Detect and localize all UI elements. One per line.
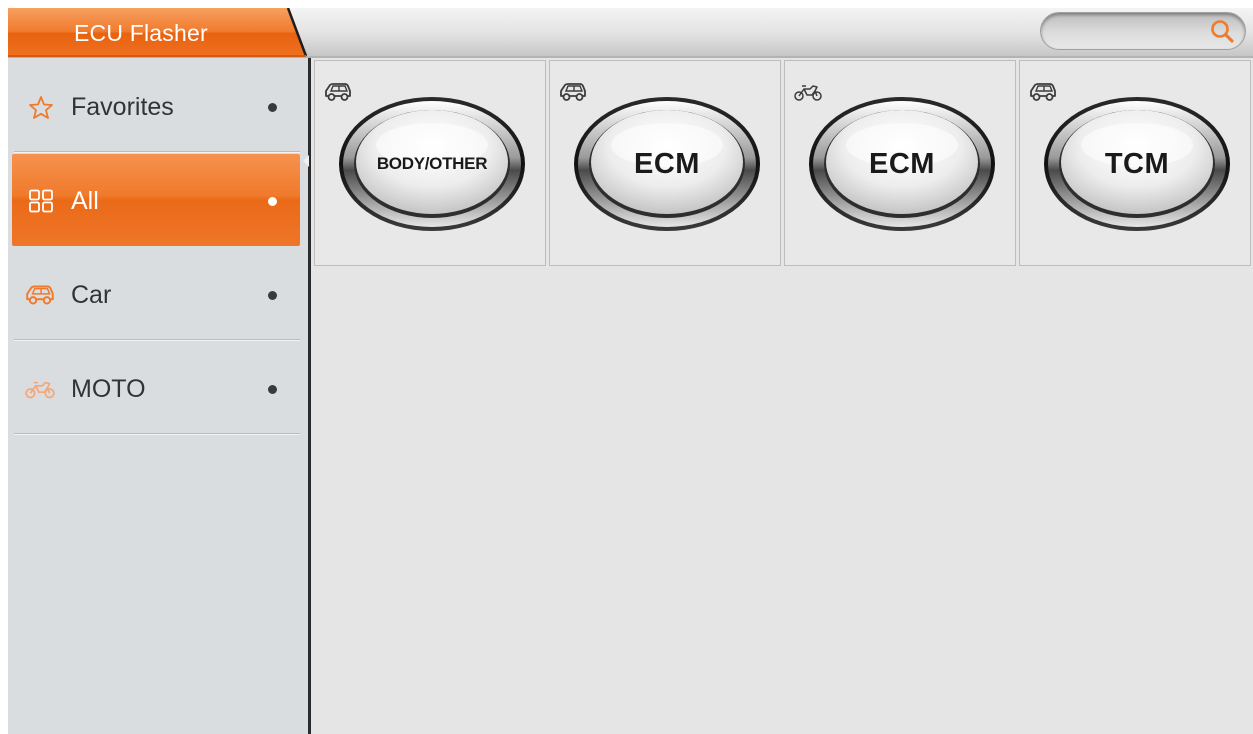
tile-tcm-car[interactable]: TCM bbox=[1019, 60, 1251, 266]
star-icon bbox=[29, 96, 53, 119]
tile-ecm-car[interactable]: ECM bbox=[549, 60, 781, 266]
bullet-dot bbox=[268, 385, 277, 394]
sidebar-item-label: MOTO bbox=[71, 375, 146, 403]
search-box[interactable] bbox=[1040, 12, 1246, 50]
sidebar-item-label: Car bbox=[71, 281, 112, 309]
sidebar-item-label: Favorites bbox=[71, 93, 174, 121]
sidebar-item-all[interactable]: All bbox=[12, 154, 300, 246]
round-button-icon[interactable] bbox=[572, 95, 762, 233]
empty-content-area bbox=[314, 266, 1253, 734]
sidebar-item-car[interactable]: Car bbox=[12, 248, 300, 340]
round-button-icon[interactable] bbox=[1042, 95, 1232, 233]
motorcycle-icon bbox=[25, 381, 55, 399]
sidebar-item-label: All bbox=[71, 187, 99, 215]
round-button-icon[interactable] bbox=[807, 95, 997, 233]
tile-body-other[interactable]: BODY/OTHER bbox=[314, 60, 546, 266]
category-sidebar: Favorites All Car MOTO bbox=[8, 58, 311, 734]
app-title: ECU Flasher bbox=[74, 20, 208, 46]
top-bar: ECU Flasher bbox=[8, 8, 1253, 58]
bullet-dot bbox=[268, 291, 277, 300]
car-icon bbox=[26, 285, 54, 305]
grid-icon bbox=[29, 189, 53, 213]
tile-ecm-moto[interactable]: ECM bbox=[784, 60, 1016, 266]
sidebar-item-moto[interactable]: MOTO bbox=[12, 342, 300, 434]
search-icon[interactable] bbox=[1209, 18, 1235, 44]
selection-pointer bbox=[303, 155, 309, 167]
search-input[interactable] bbox=[1053, 20, 1207, 44]
sidebar-item-favorites[interactable]: Favorites bbox=[12, 60, 300, 152]
ecu-tile-grid: BODY/OTHER ECM ECM TCM bbox=[314, 60, 1253, 266]
round-button-icon[interactable] bbox=[337, 95, 527, 233]
bullet-dot bbox=[268, 197, 277, 206]
title-tab: ECU Flasher bbox=[8, 8, 314, 58]
bullet-dot bbox=[268, 103, 277, 112]
ecu-flasher-window: ECU Flasher Favorites All Car MOTO BODY/… bbox=[8, 8, 1253, 734]
